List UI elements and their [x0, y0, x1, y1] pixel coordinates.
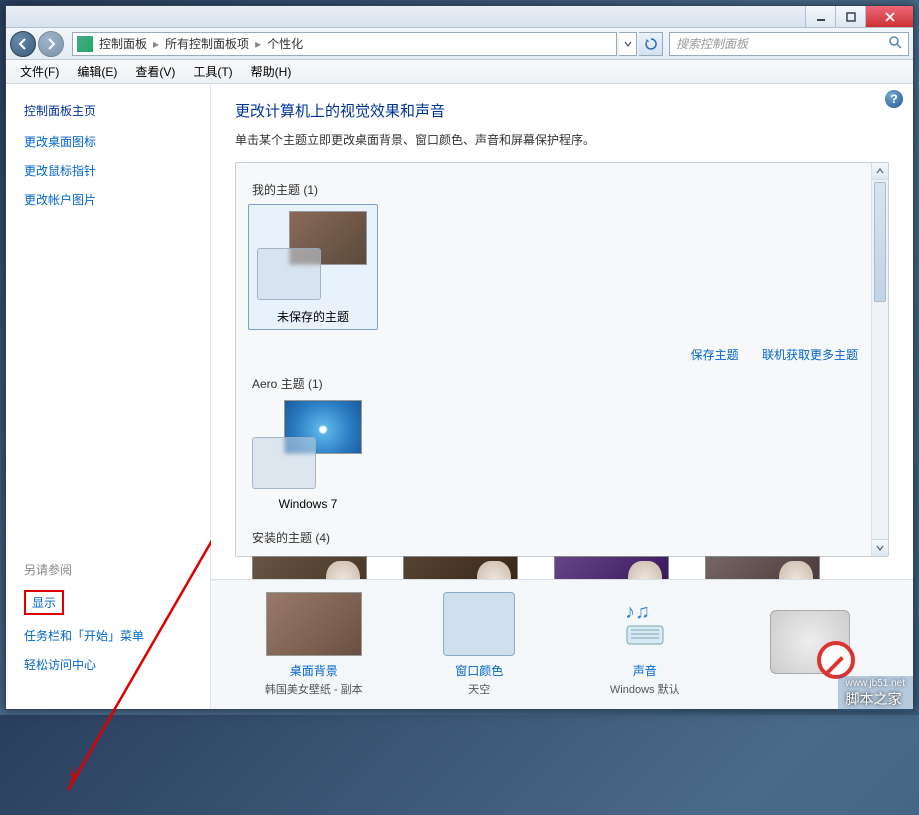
address-bar[interactable]: 控制面板 ▸ 所有控制面板项 ▸ 个性化	[72, 32, 617, 56]
bottom-settings-bar: 桌面背景 韩国美女壁纸 - 副本 窗口颜色 天空 ♪♫ 声音 Windows 默…	[211, 579, 913, 709]
menu-help[interactable]: 帮助(H)	[243, 61, 300, 82]
window-color-icon	[443, 592, 515, 656]
chevron-right-icon[interactable]: ▸	[255, 37, 261, 51]
sidebar-heading[interactable]: 控制面板主页	[24, 102, 192, 119]
svg-text:♪♫: ♪♫	[625, 601, 650, 623]
page-title: 更改计算机上的视觉效果和声音	[235, 100, 889, 121]
control-panel-icon	[77, 36, 93, 52]
theme-item-windows7[interactable]: Windows 7	[248, 398, 368, 511]
chevron-right-icon[interactable]: ▸	[153, 37, 159, 51]
sidebar-link-ease-access[interactable]: 轻松访问中心	[24, 656, 192, 673]
scroll-thumb[interactable]	[874, 182, 886, 302]
theme-item-installed-2[interactable]	[403, 556, 518, 579]
page-subtitle: 单击某个主题立即更改桌面背景、窗口颜色、声音和屏幕保护程序。	[235, 131, 889, 148]
sidebar-link-desktop-icons[interactable]: 更改桌面图标	[24, 133, 192, 150]
menu-edit[interactable]: 编辑(E)	[69, 61, 125, 82]
maximize-button[interactable]	[835, 6, 865, 27]
desktop-background-icon	[266, 592, 362, 656]
address-dropdown[interactable]	[619, 32, 637, 56]
nav-bar: 控制面板 ▸ 所有控制面板项 ▸ 个性化 搜索控制面板	[6, 28, 913, 60]
minimize-button[interactable]	[805, 6, 835, 27]
section-installed-themes: 安装的主题 (4)	[252, 529, 876, 546]
search-icon[interactable]	[888, 35, 902, 52]
theme-item-installed-4[interactable]	[705, 556, 820, 579]
setting-sound[interactable]: ♪♫ 声音 Windows 默认	[565, 592, 725, 697]
section-my-themes: 我的主题 (1)	[252, 181, 876, 198]
sidebar: 控制面板主页 更改桌面图标 更改鼠标指针 更改帐户图片 另请参阅 显示 任务栏和…	[6, 84, 211, 709]
search-placeholder: 搜索控制面板	[676, 35, 748, 52]
forward-button[interactable]	[38, 31, 64, 57]
menu-view[interactable]: 查看(V)	[127, 61, 183, 82]
menu-bar: 文件(F) 编辑(E) 查看(V) 工具(T) 帮助(H)	[6, 60, 913, 84]
setting-desktop-background[interactable]: 桌面背景 韩国美女壁纸 - 副本	[234, 592, 394, 697]
theme-label: 未保存的主题	[253, 308, 373, 325]
sidebar-link-account-picture[interactable]: 更改帐户图片	[24, 191, 192, 208]
back-button[interactable]	[10, 31, 36, 57]
sidebar-link-taskbar[interactable]: 任务栏和「开始」菜单	[24, 627, 192, 644]
link-get-more-themes[interactable]: 联机获取更多主题	[762, 348, 858, 362]
scrollbar[interactable]	[871, 163, 888, 556]
theme-item-unsaved[interactable]: 未保存的主题	[248, 204, 378, 330]
theme-item-installed-3[interactable]	[554, 556, 669, 579]
sidebar-link-mouse-pointer[interactable]: 更改鼠标指针	[24, 162, 192, 179]
installed-themes-row	[248, 552, 876, 579]
explorer-window: 控制面板 ▸ 所有控制面板项 ▸ 个性化 搜索控制面板 文件(F) 编辑(E) …	[5, 5, 914, 710]
scroll-up-button[interactable]	[872, 163, 888, 180]
breadcrumb-3[interactable]: 个性化	[267, 35, 303, 52]
setting-window-color[interactable]: 窗口颜色 天空	[399, 592, 559, 697]
themes-pane: 我的主题 (1) 未保存的主题 保存主题 联机获取更多主题 Aero 主题 (1…	[235, 162, 889, 557]
watermark: www.jb51.net 脚本之家	[838, 676, 913, 711]
theme-label: Windows 7	[248, 497, 368, 511]
sidebar-link-display[interactable]: 显示	[24, 590, 192, 615]
breadcrumb-2[interactable]: 所有控制面板项	[165, 35, 249, 52]
setting-screensaver[interactable]	[730, 610, 890, 680]
main-panel: ? 更改计算机上的视觉效果和声音 单击某个主题立即更改桌面背景、窗口颜色、声音和…	[211, 84, 913, 709]
section-aero-themes: Aero 主题 (1)	[252, 375, 876, 392]
menu-tools[interactable]: 工具(T)	[185, 61, 240, 82]
link-save-theme[interactable]: 保存主题	[691, 348, 739, 362]
theme-actions: 保存主题 联机获取更多主题	[248, 338, 876, 367]
search-input[interactable]: 搜索控制面板	[669, 32, 909, 56]
refresh-button[interactable]	[639, 32, 663, 56]
titlebar	[6, 6, 913, 28]
theme-item-installed-1[interactable]	[252, 556, 367, 579]
scroll-down-button[interactable]	[872, 539, 888, 556]
close-button[interactable]	[865, 6, 913, 27]
screensaver-icon	[770, 610, 850, 674]
see-also-label: 另请参阅	[24, 561, 192, 578]
sound-icon: ♪♫	[597, 592, 693, 656]
content-area: 控制面板主页 更改桌面图标 更改鼠标指针 更改帐户图片 另请参阅 显示 任务栏和…	[6, 84, 913, 709]
menu-file[interactable]: 文件(F)	[12, 61, 67, 82]
breadcrumb-1[interactable]: 控制面板	[99, 35, 147, 52]
